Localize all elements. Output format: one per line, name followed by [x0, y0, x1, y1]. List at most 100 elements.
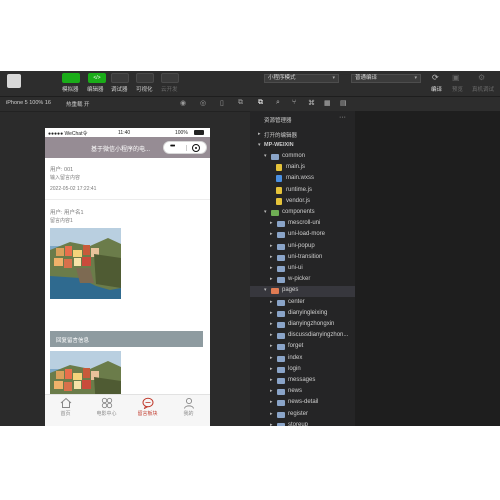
file-tree-item[interactable]: ▸ uni-popup [250, 242, 355, 253]
tab-label: 电影中心 [96, 411, 117, 417]
file-tree-item[interactable]: ▸ messages [250, 376, 355, 387]
mode-select-value: 小程序模式 [268, 75, 296, 81]
file-icon [276, 164, 282, 172]
preview-icon[interactable]: ▣ [452, 73, 460, 82]
detach-icon[interactable]: ⧉ [238, 99, 243, 107]
reply-message-bar[interactable]: 回复留言信息 [50, 331, 203, 347]
chevron-down-icon: ▾ [414, 75, 417, 81]
post-image[interactable] [50, 351, 121, 394]
file-tree-item[interactable]: ▸ register [250, 410, 355, 421]
stop-icon[interactable]: ◎ [200, 99, 206, 107]
file-tree-item[interactable]: ▸ discussdianyingzhon... [250, 331, 355, 342]
phone-icon[interactable]: ▯ [220, 99, 224, 107]
divider [45, 199, 210, 200]
reply-message-label: 回复留言信息 [56, 338, 90, 344]
phone-screen: ●●●●● WeChat令 11:40 100% 基于微信小程序的电... ••… [45, 128, 210, 426]
file-tree-item[interactable]: ▸ dianyingzhongxin [250, 320, 355, 331]
menu-capsule[interactable]: ••• [163, 141, 207, 154]
chevron-right-icon: ▸ [270, 399, 273, 406]
file-tree-item[interactable]: ▸ news [250, 387, 355, 398]
chevron-right-icon: ▸ [270, 220, 273, 227]
grid-icon [101, 397, 112, 409]
chevron-right-icon: ▸ [270, 253, 273, 260]
tab-message-board[interactable]: 留言板块 [127, 397, 168, 425]
tab-bar: 首页 电影中心 留言板块 我的 [45, 394, 210, 426]
simulator-bar: iPhone 5 100% 16 热重载 开 ◉ ◎ ▯ ⧉ [0, 97, 250, 112]
more-icon[interactable]: ··· [339, 114, 346, 121]
record-icon[interactable]: ◉ [180, 99, 186, 107]
open-editors-section[interactable]: ▸ 打开的编辑器 [250, 130, 355, 141]
tab-movie-center[interactable]: 电影中心 [86, 397, 127, 425]
file-tree-item[interactable]: runtime.js [250, 186, 355, 197]
file-tree-label: messages [288, 377, 316, 383]
project-label: MP-WEIXIN [264, 142, 294, 148]
simulator-toggle-button[interactable] [62, 73, 80, 83]
tab-label: 我的 [183, 411, 194, 417]
debugger-toggle-button[interactable] [111, 73, 129, 83]
carrier-text: ●●●●● WeChat令 [48, 131, 88, 137]
file-tree-item[interactable]: ▾ common [250, 152, 355, 163]
post-image[interactable] [50, 228, 121, 299]
file-tree-item[interactable]: ▸ w-picker [250, 275, 355, 286]
chevron-down-icon: ▾ [264, 287, 267, 294]
file-tree-item[interactable]: ▸ uni-transition [250, 253, 355, 264]
folder-icon [277, 299, 285, 306]
code-icon: </> [93, 75, 101, 81]
chevron-right-icon: ▸ [270, 231, 273, 238]
file-tree-item[interactable]: ▸ center [250, 298, 355, 309]
file-tree-item[interactable]: ▸ storeup [250, 421, 355, 426]
chevron-right-icon: ▸ [270, 276, 273, 283]
chevron-right-icon: ▸ [270, 343, 273, 350]
battery-icon [194, 130, 204, 135]
tab-home[interactable]: 首页 [45, 397, 86, 425]
project-section[interactable]: ▾ MP-WEIXIN [250, 141, 355, 152]
file-tree-item[interactable]: ▸ mescroll-uni [250, 219, 355, 230]
time-text: 11:40 [118, 130, 131, 136]
folder-icon [277, 322, 285, 328]
file-tree-item[interactable]: ▸ dianyingleixing [250, 309, 355, 320]
file-tree-item[interactable]: vendor.js [250, 197, 355, 208]
cloud-dev-button[interactable] [161, 73, 179, 83]
close-miniprogram-icon[interactable] [192, 144, 200, 152]
remote-debug-label: 真机调试 [472, 87, 495, 93]
file-tree-item[interactable]: ▸ uni-ui [250, 264, 355, 275]
source-control-icon[interactable]: ⑂ [292, 99, 296, 106]
activity-bar: ⧉ ⌕ ⑂ ⌘ ▦ ▤ [250, 97, 500, 111]
remote-debug-icon[interactable]: ⚙ [478, 73, 485, 82]
simulator-panel: iPhone 5 100% 16 热重载 开 ◉ ◎ ▯ ⧉ ●●●●● WeC… [0, 97, 250, 426]
more-icon[interactable]: ••• [170, 143, 175, 150]
file-tree-item[interactable]: ▾ pages [250, 286, 355, 298]
file-icon [276, 175, 282, 183]
extensions-icon[interactable]: ▦ [324, 99, 331, 107]
file-tree-item[interactable]: ▾ components [250, 208, 355, 219]
file-tree-item[interactable]: ▸ login [250, 365, 355, 376]
refresh-icon[interactable]: ⟳ [432, 73, 439, 82]
device-select[interactable]: iPhone 5 100% 16 [6, 100, 51, 106]
hot-reload-toggle[interactable]: 热重载 开 [66, 100, 90, 108]
docker-icon[interactable]: ▤ [340, 99, 347, 107]
file-tree-item[interactable]: main.wxss [250, 174, 355, 185]
tab-mine[interactable]: 我的 [168, 397, 209, 425]
visual-toggle-button[interactable] [136, 73, 154, 83]
folder-icon [277, 378, 285, 384]
folder-icon [277, 243, 285, 250]
file-tree-item[interactable]: ▸ news-detail [250, 398, 355, 409]
file-tree-item[interactable]: ▸ forget [250, 342, 355, 353]
chevron-down-icon: ▾ [264, 153, 267, 159]
file-tree-item[interactable]: ▸ index [250, 354, 355, 365]
file-tree-item[interactable]: main.js [250, 163, 355, 174]
file-tree-label: vendor.js [286, 197, 311, 204]
tab-label: 首页 [60, 411, 71, 417]
folder-icon [277, 411, 285, 418]
folder-icon [271, 288, 279, 295]
explorer-header: 资源管理器 [264, 118, 292, 124]
editor-toggle-button[interactable]: </> [88, 73, 106, 83]
search-icon[interactable]: ⌕ [276, 99, 280, 107]
debug-icon[interactable]: ⌘ [308, 99, 315, 107]
file-tree-item[interactable]: ▸ uni-load-more [250, 230, 355, 241]
avatar[interactable] [7, 74, 21, 88]
file-tree-label: pages [282, 287, 299, 294]
files-icon[interactable]: ⧉ [258, 99, 263, 107]
compile-mode-select[interactable]: 普通编译 ▾ [351, 74, 421, 83]
mode-select[interactable]: 小程序模式 ▾ [264, 74, 339, 83]
